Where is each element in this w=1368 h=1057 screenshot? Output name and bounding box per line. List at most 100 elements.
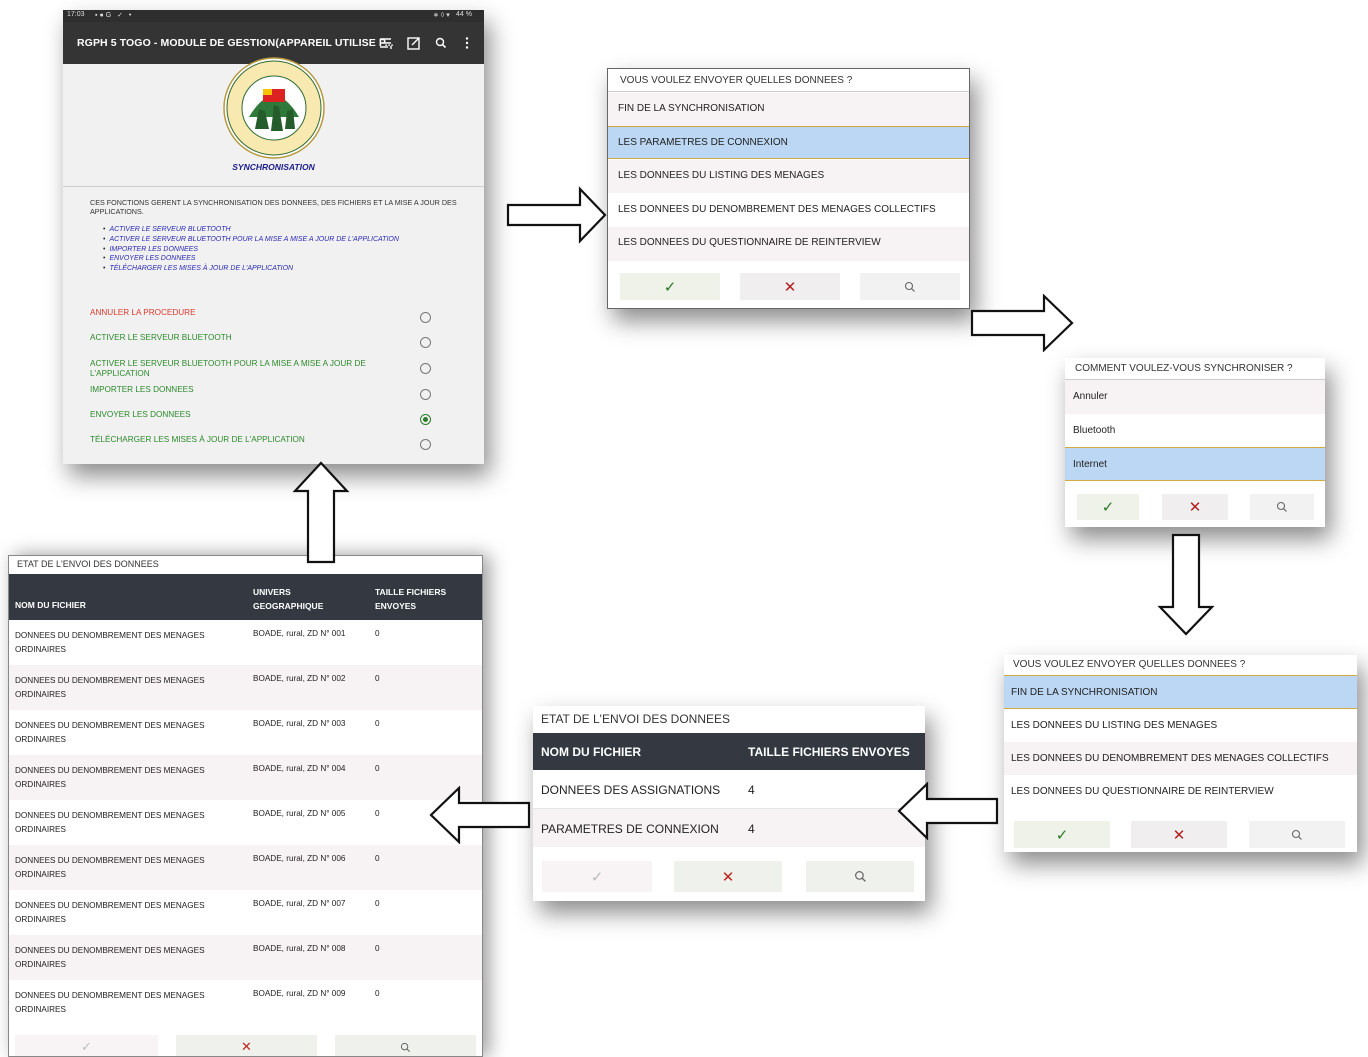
dialog-title: VOUS VOULEZ ENVOYER QUELLES DONNEES ? — [1013, 659, 1246, 670]
option-cancel-procedure[interactable]: ANNULER LA PROCEDURE — [90, 308, 196, 318]
table-row[interactable]: PARAMETRES DE CONNEXION 4 — [533, 809, 925, 847]
divider — [63, 186, 484, 187]
description-text: CES FONCTIONS GERENT LA SYNCHRONISATION … — [90, 198, 457, 216]
cancel-button[interactable]: ✕ — [1162, 494, 1228, 520]
function-item: ACTIVER LE SERVEUR BLUETOOTH — [103, 225, 399, 235]
geo-cell: BOADE, rural, ZD N° 001 — [253, 629, 346, 638]
table-row[interactable]: DONNEES DU DENOMBREMENT DES MENAGES ORDI… — [9, 755, 482, 800]
table-row[interactable]: DONNEES DU DENOMBREMENT DES MENAGES ORDI… — [9, 620, 482, 665]
list-item-collective-data[interactable]: LES DONNEES DU DENOMBREMENT DES MENAGES … — [1004, 742, 1357, 775]
search-icon — [1276, 501, 1287, 512]
dialog-title: COMMENT VOULEZ-VOUS SYNCHRONISER ? — [1075, 363, 1293, 374]
option-bluetooth-server[interactable]: ACTIVER LE SERVEUR BLUETOOTH — [90, 333, 232, 343]
search-button[interactable] — [1249, 821, 1345, 848]
function-item: TÉLÉCHARGER LES MISES À JOUR DE L'APPLIC… — [103, 264, 399, 274]
file-name-cell: DONNEES DU DENOMBREMENT DES MENAGES ORDI… — [15, 676, 205, 699]
table-row[interactable]: DONNEES DU DENOMBREMENT DES MENAGES ORDI… — [9, 800, 482, 845]
option-import-data[interactable]: IMPORTER LES DONNEES — [90, 385, 194, 395]
method-bluetooth[interactable]: Bluetooth — [1065, 414, 1325, 447]
cancel-button[interactable]: ✕ — [674, 861, 782, 892]
sync-method-dialog: COMMENT VOULEZ-VOUS SYNCHRONISER ? Annul… — [1065, 358, 1325, 527]
search-icon[interactable] — [433, 35, 449, 51]
status-time: 17:03 — [67, 11, 85, 18]
file-name-cell: DONNEES DU DENOMBREMENT DES MENAGES ORDI… — [15, 991, 205, 1014]
cancel-button[interactable]: ✕ — [176, 1035, 317, 1056]
table-row[interactable]: DONNEES DU DENOMBREMENT DES MENAGES ORDI… — [9, 890, 482, 935]
column-header: NOM DU FICHIER — [541, 745, 641, 759]
radio-bluetooth-server[interactable] — [420, 337, 431, 348]
flow-arrow-right-icon — [970, 294, 1074, 352]
ok-button[interactable]: ✓ — [1014, 821, 1110, 848]
ok-button[interactable]: ✓ — [15, 1035, 158, 1056]
flow-arrow-up-icon — [292, 461, 350, 564]
list-item-end-sync[interactable]: FIN DE LA SYNCHRONISATION — [608, 93, 969, 126]
cancel-button[interactable]: ✕ — [1131, 821, 1227, 848]
more-icon[interactable] — [459, 35, 475, 51]
send-data-dialog-2: VOUS VOULEZ ENVOYER QUELLES DONNEES ? FI… — [1004, 655, 1357, 852]
app-title: RGPH 5 TOGO - MODULE DE GESTION(APPAREIL… — [77, 37, 394, 49]
rgph-logo — [223, 57, 325, 159]
file-size-cell: 0 — [375, 809, 380, 818]
list-item-collective-data[interactable]: LES DONNEES DU DENOMBREMENT DES MENAGES … — [608, 193, 969, 227]
radio-import-data[interactable] — [420, 389, 431, 400]
option-bluetooth-update[interactable]: ACTIVER LE SERVEUR BLUETOOTH POUR LA MIS… — [90, 359, 400, 379]
list-item-listing-data[interactable]: LES DONNEES DU LISTING DES MENAGES — [1004, 709, 1357, 742]
list-icon[interactable] — [378, 35, 394, 51]
file-name-cell: DONNEES DU DENOMBREMENT DES MENAGES ORDI… — [15, 856, 205, 879]
table-row[interactable]: DONNEES DES ASSIGNATIONS 4 — [533, 770, 925, 809]
send-status-small: ETAT DE L'ENVOI DES DONNEES NOM DU FICHI… — [533, 706, 925, 901]
radio-bluetooth-update[interactable] — [420, 363, 431, 374]
file-size-cell: 0 — [375, 674, 380, 683]
option-send-data[interactable]: ENVOYER LES DONNEES — [90, 410, 191, 420]
ok-button[interactable]: ✓ — [1077, 494, 1139, 520]
list-item-reinterview-data[interactable]: LES DONNEES DU QUESTIONNAIRE DE REINTERV… — [1004, 775, 1357, 808]
file-name-cell: DONNEES DU DENOMBREMENT DES MENAGES ORDI… — [15, 631, 205, 654]
list-item-listing-data[interactable]: LES DONNEES DU LISTING DES MENAGES — [608, 160, 969, 193]
table-row[interactable]: DONNEES DU DENOMBREMENT DES MENAGES ORDI… — [9, 845, 482, 890]
search-button[interactable] — [860, 273, 960, 300]
search-icon — [854, 871, 866, 882]
option-download-updates[interactable]: TÉLÉCHARGER LES MISES À JOUR DE L'APPLIC… — [90, 435, 305, 445]
list-item-reinterview-data[interactable]: LES DONNEES DU QUESTIONNAIRE DE REINTERV… — [608, 227, 969, 261]
file-size-cell: 0 — [375, 629, 380, 638]
file-size-cell: 4 — [748, 783, 755, 797]
search-icon — [400, 1042, 411, 1052]
radio-download-updates[interactable] — [420, 439, 431, 450]
geo-cell: BOADE, rural, ZD N° 002 — [253, 674, 346, 683]
file-size-cell: 0 — [375, 854, 380, 863]
geo-cell: BOADE, rural, ZD N° 008 — [253, 944, 346, 953]
file-name-cell: DONNEES DU DENOMBREMENT DES MENAGES ORDI… — [15, 946, 205, 969]
geo-cell: BOADE, rural, ZD N° 004 — [253, 764, 346, 773]
radio-send-data[interactable] — [420, 414, 431, 425]
edit-icon[interactable] — [406, 35, 422, 51]
search-button[interactable] — [335, 1035, 476, 1056]
ok-button[interactable]: ✓ — [542, 861, 652, 892]
table-row[interactable]: DONNEES DU DENOMBREMENT DES MENAGES ORDI… — [9, 980, 482, 1025]
dialog-title: ETAT DE L'ENVOI DES DONNEES — [17, 559, 159, 569]
table-row[interactable]: DONNEES DU DENOMBREMENT DES MENAGES ORDI… — [9, 665, 482, 710]
file-name-cell: DONNEES DES ASSIGNATIONS — [541, 783, 721, 797]
radio-cancel-procedure[interactable] — [420, 312, 431, 323]
file-size-cell: 0 — [375, 899, 380, 908]
ok-button[interactable]: ✓ — [620, 273, 720, 300]
send-status-large: ETAT DE L'ENVOI DES DONNEES NOM DU FICHI… — [8, 555, 483, 1057]
file-size-cell: 0 — [375, 719, 380, 728]
list-item-connection-params[interactable]: LES PARAMETRES DE CONNEXION — [608, 126, 969, 159]
dialog-title: VOUS VOULEZ ENVOYER QUELLES DONNEES ? — [620, 75, 853, 86]
file-name-cell: DONNEES DU DENOMBREMENT DES MENAGES ORDI… — [15, 811, 205, 834]
cancel-button[interactable]: ✕ — [740, 273, 840, 300]
table-row[interactable]: DONNEES DU DENOMBREMENT DES MENAGES ORDI… — [9, 935, 482, 980]
geo-cell: BOADE, rural, ZD N° 005 — [253, 809, 346, 818]
method-cancel[interactable]: Annuler — [1065, 380, 1325, 414]
flow-arrow-down-icon — [1157, 533, 1215, 636]
flow-arrow-left-icon — [429, 786, 531, 844]
list-item-end-sync[interactable]: FIN DE LA SYNCHRONISATION — [1004, 675, 1357, 709]
file-name-cell: DONNEES DU DENOMBREMENT DES MENAGES ORDI… — [15, 901, 205, 924]
search-button[interactable] — [806, 861, 914, 892]
file-size-cell: 0 — [375, 989, 380, 998]
status-battery: 44 % — [456, 11, 472, 18]
notification-icons: ▪●G ✓ • — [95, 12, 134, 19]
table-row[interactable]: DONNEES DU DENOMBREMENT DES MENAGES ORDI… — [9, 710, 482, 755]
search-button[interactable] — [1250, 494, 1314, 520]
method-internet[interactable]: Internet — [1065, 447, 1325, 481]
